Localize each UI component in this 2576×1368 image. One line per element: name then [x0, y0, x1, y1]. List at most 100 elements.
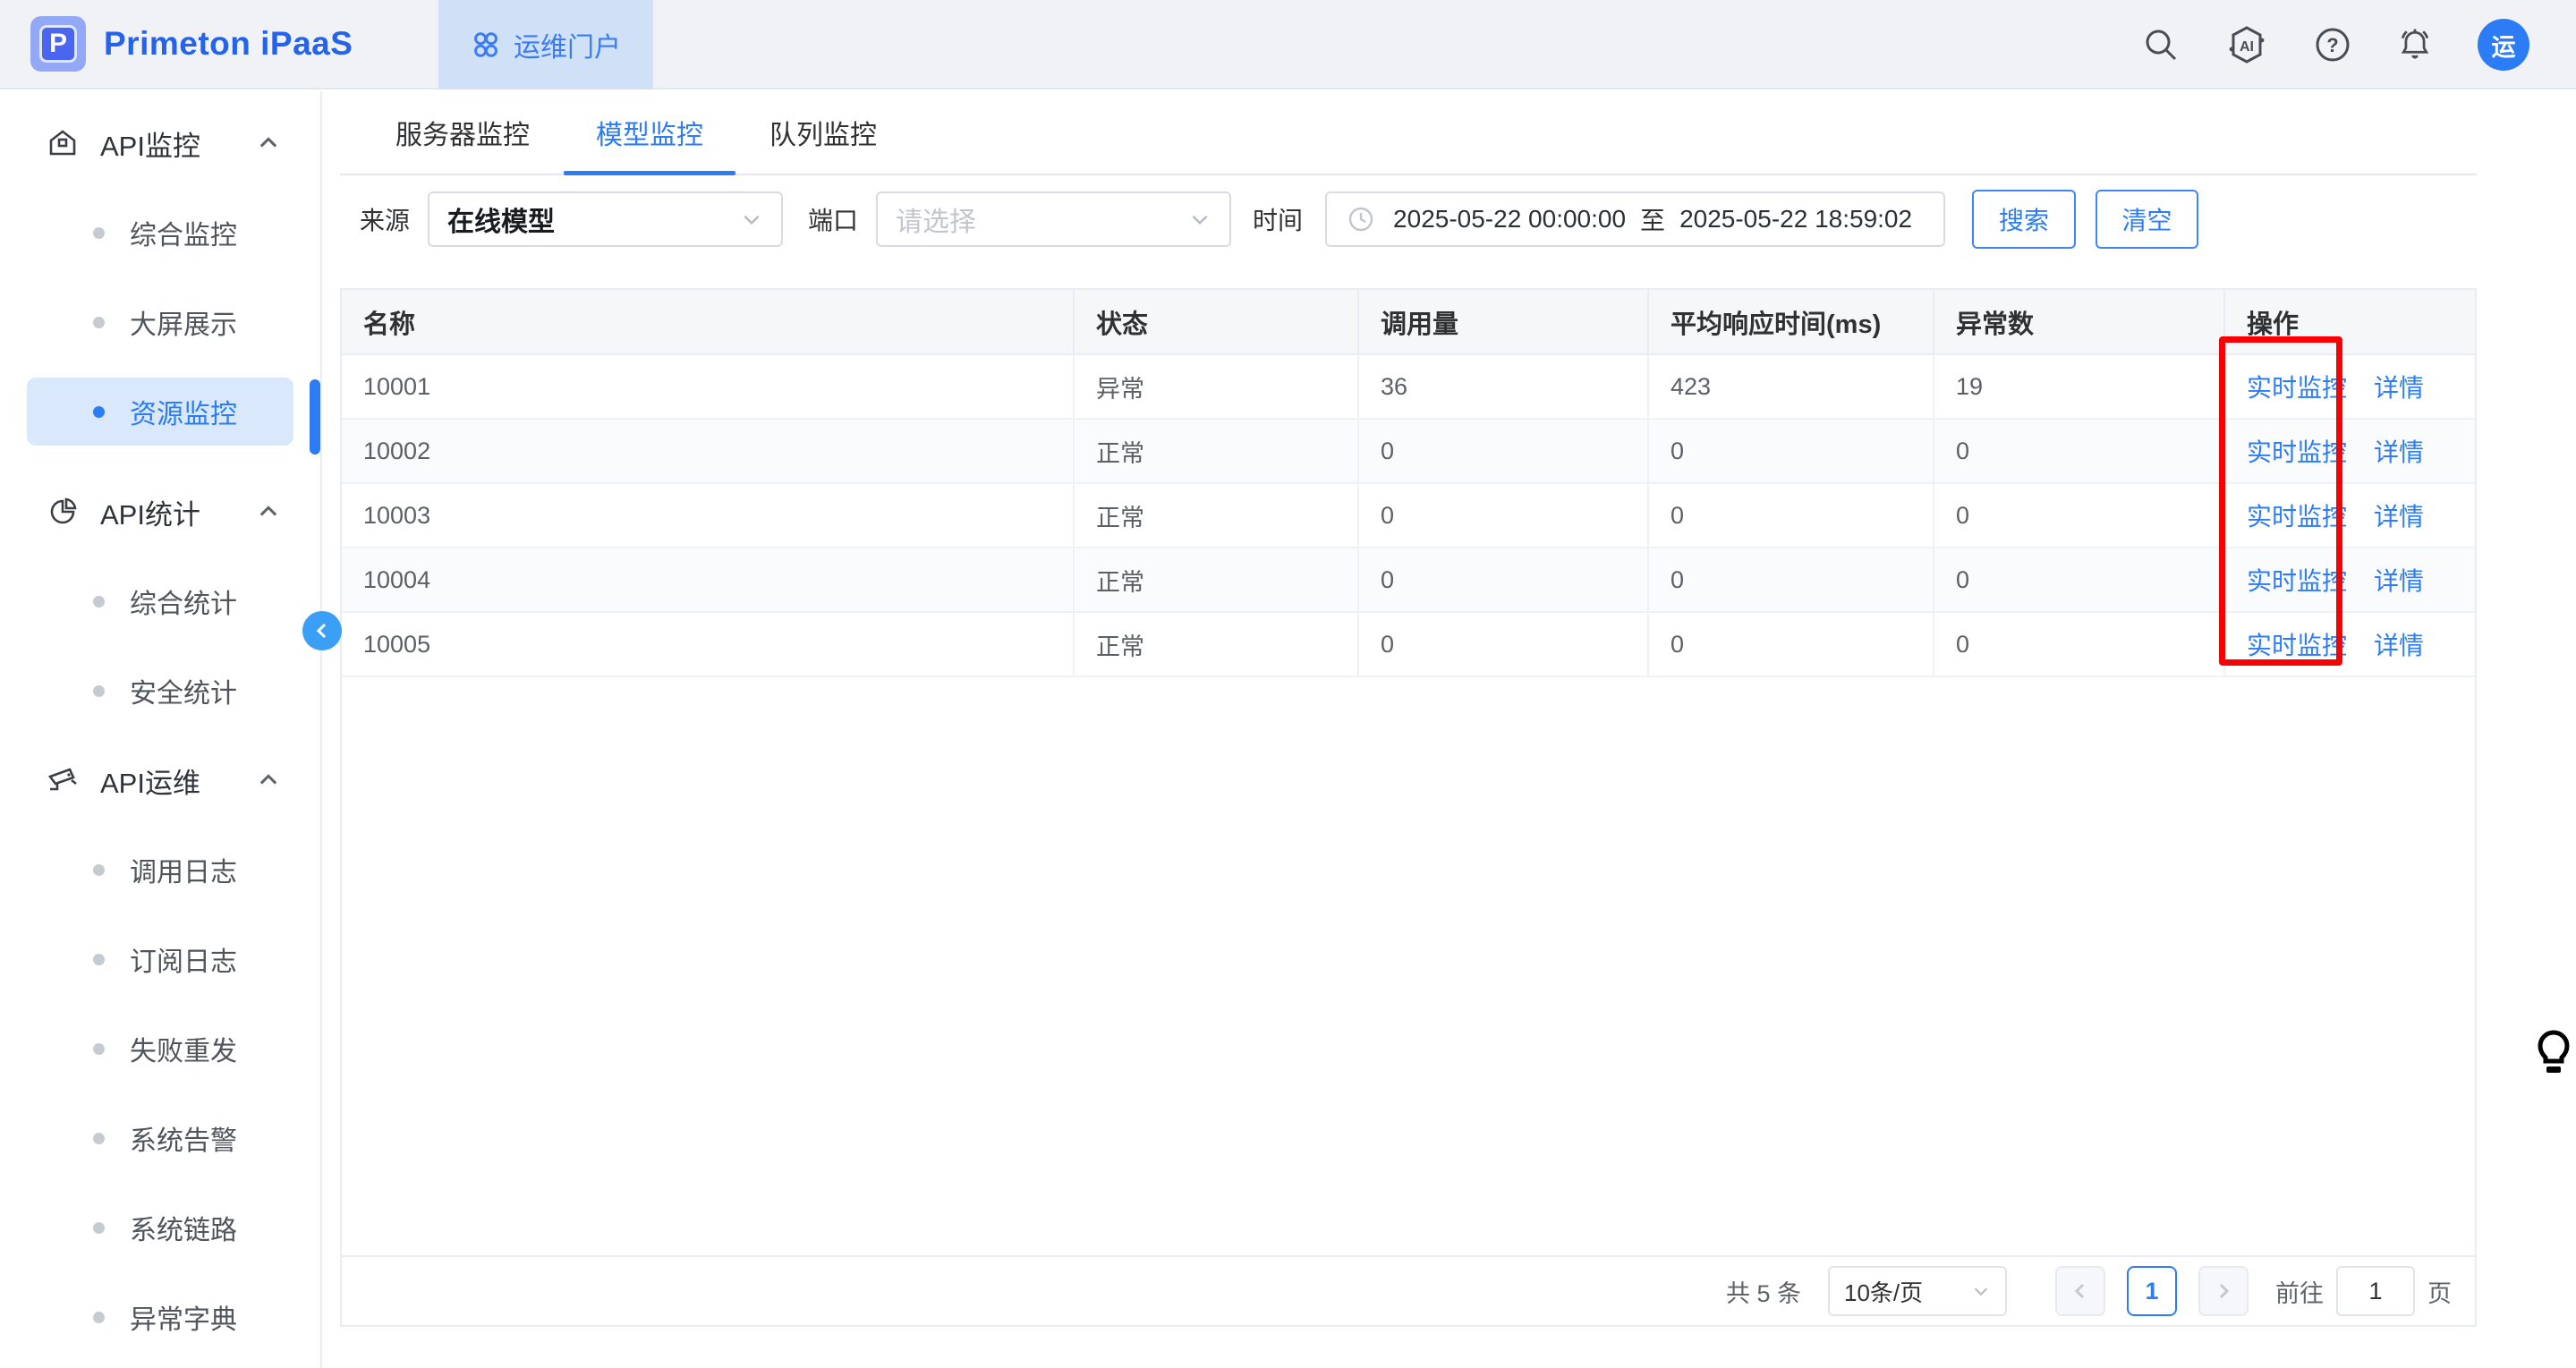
detail-link[interactable]: 详情	[2374, 503, 2424, 531]
bullet-icon	[93, 1133, 105, 1144]
active-tab-indicator	[564, 171, 735, 175]
chevron-down-icon	[1188, 208, 1211, 231]
source-select-value: 在线模型	[447, 200, 555, 239]
sidebar-item-resource-monitor-active[interactable]: 资源监控	[27, 378, 293, 446]
sidebar-item-call-logs[interactable]: 调用日志	[0, 825, 320, 914]
detail-link[interactable]: 详情	[2374, 632, 2424, 659]
portal-tab-ops[interactable]: 运维门户	[438, 0, 653, 89]
cell-avg-response: 0	[1648, 483, 1934, 548]
goto-page-input[interactable]	[2336, 1266, 2415, 1316]
bullet-icon	[93, 406, 105, 418]
realtime-monitor-link[interactable]: 实时监控	[2247, 503, 2347, 531]
realtime-monitor-link[interactable]: 实时监控	[2247, 567, 2347, 595]
tab-label: 服务器监控	[395, 113, 530, 152]
cell-name: 10004	[342, 548, 1074, 612]
column-header-errors: 异常数	[1934, 290, 2224, 354]
cell-errors: 0	[1934, 548, 2224, 612]
current-page-button[interactable]: 1	[2127, 1266, 2177, 1316]
cell-errors: 19	[1934, 354, 2224, 419]
time-range-separator: 至	[1640, 201, 1665, 237]
detail-link[interactable]: 详情	[2374, 374, 2424, 402]
sidebar-group-label: API运维	[100, 760, 200, 801]
cell-errors: 0	[1934, 612, 2224, 676]
cell-calls: 0	[1358, 548, 1648, 612]
sidebar-item-label: 调用日志	[130, 850, 237, 889]
sidebar-group-api-ops[interactable]: API运维	[0, 735, 320, 825]
sidebar-item-security-statistics[interactable]: 安全统计	[0, 646, 320, 735]
cell-name: 10001	[342, 354, 1074, 419]
sidebar-nav: API监控 综合监控 大屏展示 资源监控 API统计 综合统计	[0, 91, 322, 1368]
page-size-value: 10条/页	[1844, 1275, 1923, 1308]
sidebar-item-label: 系统链路	[130, 1208, 237, 1247]
realtime-monitor-link[interactable]: 实时监控	[2247, 632, 2347, 659]
lightbulb-helper-button[interactable]	[2535, 1029, 2572, 1084]
time-range-picker[interactable]: 2025-05-22 00:00:00 至 2025-05-22 18:59:0…	[1325, 191, 1945, 247]
bullet-icon	[93, 1312, 105, 1323]
pie-chart-icon	[47, 496, 79, 528]
portal-tab-label: 运维门户	[514, 25, 621, 64]
chevron-left-icon	[313, 622, 331, 640]
sidebar-item-label: 系统告警	[130, 1118, 237, 1158]
cell-name: 10002	[342, 419, 1074, 483]
tab-queue-monitor[interactable]: 队列监控	[769, 91, 877, 174]
goto-page-label: 前往	[2275, 1274, 2324, 1309]
svg-text:AI: AI	[2240, 39, 2254, 55]
sidebar-item-subscription-logs[interactable]: 订阅日志	[0, 914, 320, 1004]
user-avatar[interactable]: 运	[2478, 19, 2529, 71]
sidebar-scrollbar-thumb[interactable]	[310, 379, 320, 455]
tab-label: 队列监控	[769, 113, 877, 152]
column-header-calls: 调用量	[1358, 290, 1648, 354]
sidebar-item-big-screen[interactable]: 大屏展示	[0, 277, 320, 367]
pagination-bar: 共 5 条 10条/页 1 前往 页	[342, 1255, 2475, 1325]
realtime-monitor-link[interactable]: 实时监控	[2247, 374, 2347, 402]
sidebar-item-label: 综合统计	[130, 582, 237, 621]
sidebar-group-label: API统计	[100, 492, 200, 532]
port-select-placeholder: 请选择	[896, 200, 976, 239]
sidebar-collapse-button[interactable]	[302, 611, 342, 650]
bullet-icon	[93, 1222, 105, 1234]
bullet-icon	[93, 954, 105, 965]
sidebar-item-label: 综合监控	[130, 213, 237, 252]
sidebar-item-system-alerts[interactable]: 系统告警	[0, 1093, 320, 1183]
sidebar-item-comprehensive-monitor[interactable]: 综合监控	[0, 188, 320, 277]
port-filter-label: 端口	[808, 201, 858, 237]
clear-button[interactable]: 清空	[2096, 190, 2198, 249]
detail-link[interactable]: 详情	[2374, 438, 2424, 466]
table-header-row: 名称 状态 调用量 平均响应时间(ms) 异常数 操作	[342, 290, 2475, 354]
sidebar-item-failure-resend[interactable]: 失败重发	[0, 1004, 320, 1093]
port-select[interactable]: 请选择	[876, 191, 1231, 247]
tab-server-monitor[interactable]: 服务器监控	[395, 91, 530, 174]
sidebar-item-label: 安全统计	[130, 671, 237, 710]
main-content: 服务器监控 模型监控 队列监控 来源 在线模型 端口 请选择 时间 2025-0…	[340, 91, 2477, 1327]
sidebar-item-system-trace[interactable]: 系统链路	[0, 1183, 320, 1272]
help-icon[interactable]: ?	[2313, 25, 2352, 64]
cell-avg-response: 423	[1648, 354, 1934, 419]
source-select[interactable]: 在线模型	[428, 191, 783, 247]
cell-calls: 0	[1358, 612, 1648, 676]
sidebar-item-comprehensive-statistics[interactable]: 综合统计	[0, 557, 320, 646]
top-header: P Primeton iPaaS 运维门户 AI ? 运	[0, 0, 2576, 89]
previous-page-button[interactable]	[2055, 1266, 2105, 1316]
sidebar-item-label: 资源监控	[130, 392, 237, 431]
realtime-monitor-link[interactable]: 实时监控	[2247, 438, 2347, 466]
app-title: Primeton iPaaS	[104, 25, 353, 63]
chevron-up-icon	[256, 768, 281, 793]
ai-assistant-icon[interactable]: AI	[2223, 25, 2270, 64]
source-filter-label: 来源	[360, 201, 410, 237]
search-button[interactable]: 搜索	[1972, 190, 2076, 249]
cell-avg-response: 0	[1648, 548, 1934, 612]
notification-bell-icon[interactable]	[2395, 25, 2435, 64]
tab-model-monitor[interactable]: 模型监控	[596, 91, 703, 174]
detail-link[interactable]: 详情	[2374, 567, 2424, 595]
next-page-button[interactable]	[2198, 1266, 2249, 1316]
sidebar-group-api-statistics[interactable]: API统计	[0, 467, 320, 557]
column-header-status: 状态	[1074, 290, 1358, 354]
pagination-total: 共 5 条	[1726, 1274, 1801, 1309]
sidebar-group-api-monitor[interactable]: API监控	[0, 98, 320, 188]
time-range-start: 2025-05-22 00:00:00	[1393, 205, 1626, 234]
table-row: 10001 异常 36 423 19 实时监控详情	[342, 354, 2475, 419]
sidebar-item-exception-dictionary[interactable]: 异常字典	[0, 1272, 320, 1362]
search-icon[interactable]	[2141, 25, 2181, 64]
page-size-select[interactable]: 10条/页	[1828, 1266, 2007, 1316]
bullet-icon	[93, 1043, 105, 1055]
